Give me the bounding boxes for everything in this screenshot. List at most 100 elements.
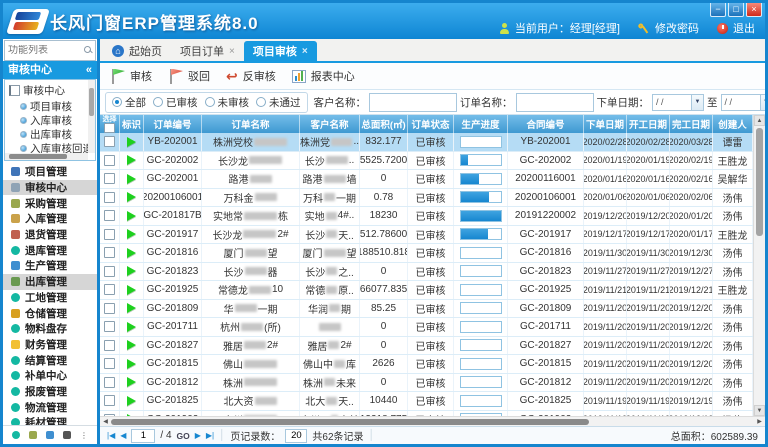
sidebar-item[interactable]: 物料盘存 xyxy=(3,321,97,337)
tab-项目订单[interactable]: 项目订单× xyxy=(171,41,244,61)
sidebar-item[interactable]: 退库管理 xyxy=(3,242,97,258)
table-row[interactable]: GC-201809华一期华润期85.25已审核GC-2018092019/11/… xyxy=(100,300,753,319)
sidebar-item[interactable]: 生产管理 xyxy=(3,258,97,274)
change-password-button[interactable]: 修改密码 xyxy=(655,20,699,36)
table-row[interactable]: 20200106001万科金万科一期0.78已审核202001060012020… xyxy=(100,189,753,208)
chevron-down-icon[interactable]: ▼ xyxy=(691,95,703,110)
column-header[interactable]: 合同编号 xyxy=(508,115,584,133)
row-checkbox[interactable] xyxy=(104,321,115,332)
sidebar-item[interactable]: 出库管理 xyxy=(3,274,97,290)
close-tab-icon[interactable]: × xyxy=(302,46,308,57)
prev-page-button[interactable]: ◀ xyxy=(120,431,126,440)
radio-未审核[interactable]: 未审核 xyxy=(205,95,250,110)
radio-icon[interactable] xyxy=(205,97,215,107)
search-icon[interactable] xyxy=(84,46,93,55)
tree-horizontal-scrollbar[interactable] xyxy=(5,153,88,160)
table-row[interactable]: GC-202001路港路港墙0已审核202001160012020/01/162… xyxy=(100,170,753,189)
radio-未通过[interactable]: 未通过 xyxy=(256,95,301,110)
horizontal-scrollbar[interactable]: ◀ ▶ xyxy=(100,416,765,426)
tab-项目审核[interactable]: 项目审核× xyxy=(244,41,317,61)
column-header[interactable]: 下单日期 xyxy=(584,115,627,133)
table-row[interactable]: GC-201817B实地常栋实地4#..18230已审核201912200022… xyxy=(100,207,753,226)
leaf-icon[interactable] xyxy=(46,431,54,439)
sidebar-item[interactable]: 采购管理 xyxy=(3,195,97,211)
scroll-right-icon[interactable]: ▶ xyxy=(754,418,765,425)
minimize-button[interactable]: − xyxy=(710,3,726,17)
radio-icon[interactable] xyxy=(153,97,163,107)
sidebar-item[interactable]: 退货管理 xyxy=(3,227,97,243)
row-checkbox[interactable] xyxy=(104,247,115,258)
customer-name-input[interactable] xyxy=(369,93,457,112)
table-row[interactable]: GC-201917长沙龙2#长沙天..8512.78600..已审核GC-201… xyxy=(100,226,753,245)
column-header[interactable]: 标识 xyxy=(120,115,144,133)
order-name-input[interactable] xyxy=(516,93,594,112)
last-page-button[interactable]: ▶| xyxy=(206,431,214,440)
sidebar-item[interactable]: 入库管理 xyxy=(3,211,97,227)
column-header[interactable]: 客户名称 xyxy=(300,115,360,133)
scroll-left-icon[interactable]: ◀ xyxy=(100,418,111,425)
sidebar-item[interactable]: 物流管理 xyxy=(3,399,97,415)
sidebar-item[interactable]: 审核中心 xyxy=(3,180,97,196)
tree-root-node[interactable]: 审核中心 xyxy=(5,80,95,99)
tree-item[interactable]: 出库审核 xyxy=(5,127,95,141)
table-row[interactable]: GC-201827雅居2#雅居2#0已审核GC-2018272019/11/20… xyxy=(100,337,753,356)
row-checkbox[interactable] xyxy=(104,192,115,203)
column-header[interactable]: 生产进度 xyxy=(454,115,508,133)
vertical-scroll-thumb[interactable] xyxy=(756,128,763,236)
horizontal-scroll-thumb[interactable] xyxy=(111,419,589,425)
table-row[interactable]: YB-202001株洲党校株洲党..832.177已审核YB-202001202… xyxy=(100,133,753,152)
table-row[interactable]: GC-201815佛山佛山中库2626已审核GC-2018152019/11/2… xyxy=(100,355,753,374)
radio-icon[interactable] xyxy=(112,97,122,107)
column-header[interactable]: 完工日期 xyxy=(670,115,713,133)
scroll-down-icon[interactable]: ▼ xyxy=(754,405,765,416)
row-checkbox[interactable] xyxy=(104,358,115,369)
table-row[interactable]: GC-201925常德龙10常德原..266077.835..已审核GC-201… xyxy=(100,281,753,300)
row-checkbox[interactable] xyxy=(104,210,115,221)
row-checkbox[interactable] xyxy=(104,395,115,406)
sidebar-item[interactable]: 报废管理 xyxy=(3,384,97,400)
order-date-from-input[interactable]: / /▼ xyxy=(652,94,704,111)
column-header[interactable]: 创建人 xyxy=(713,115,753,133)
dot-icon[interactable] xyxy=(12,431,20,439)
审核-button[interactable]: 审核 xyxy=(110,68,152,84)
tree-item[interactable]: 项目审核 xyxy=(5,99,95,113)
order-date-to-input[interactable]: / /▼ xyxy=(721,94,766,111)
sidebar-item[interactable]: 结算管理 xyxy=(3,352,97,368)
radio-icon[interactable] xyxy=(256,97,266,107)
next-page-button[interactable]: ▶ xyxy=(195,431,201,440)
sidebar-item[interactable]: 工地管理 xyxy=(3,290,97,306)
radio-已审核[interactable]: 已审核 xyxy=(153,95,198,110)
table-row[interactable]: GC-201711杭州(所)0已审核GC-2017112019/11/20201… xyxy=(100,318,753,337)
row-checkbox[interactable] xyxy=(104,229,115,240)
cart-icon[interactable] xyxy=(29,431,37,439)
close-tab-icon[interactable]: × xyxy=(229,46,235,57)
table-row[interactable]: GC-201812株洲株洲未来0已审核GC-2018122019/11/2020… xyxy=(100,374,753,393)
more-icon[interactable]: ⋮ xyxy=(80,431,88,440)
row-checkbox[interactable] xyxy=(104,377,115,388)
chevron-down-icon[interactable]: ▼ xyxy=(760,95,766,110)
radio-全部[interactable]: 全部 xyxy=(112,95,146,110)
first-page-button[interactable]: |◀ xyxy=(107,431,115,440)
vertical-scrollbar[interactable]: ▲ ▼ xyxy=(753,115,765,416)
column-header[interactable]: 总面积(㎡) xyxy=(360,115,408,133)
column-header[interactable]: 选择 xyxy=(100,115,120,133)
column-header[interactable]: 订单名称 xyxy=(202,115,300,133)
反审核-button[interactable]: ↩反审核 xyxy=(226,68,276,84)
row-checkbox[interactable] xyxy=(104,340,115,351)
function-search-input[interactable] xyxy=(5,45,84,56)
table-row[interactable]: GC-201823长沙器长沙之..0已审核GC-2018232019/11/27… xyxy=(100,263,753,282)
sidebar-item[interactable]: 财务管理 xyxy=(3,337,97,353)
collapse-icon[interactable]: « xyxy=(86,61,92,79)
sidebar-item[interactable]: 补单中心 xyxy=(3,368,97,384)
row-checkbox[interactable] xyxy=(104,303,115,314)
scroll-up-icon[interactable]: ▲ xyxy=(754,115,765,126)
page-size-input[interactable] xyxy=(285,429,307,443)
sidebar-item[interactable]: 项目管理 xyxy=(3,164,97,180)
column-header[interactable]: 开工日期 xyxy=(627,115,670,133)
select-all-checkbox[interactable] xyxy=(104,123,115,133)
page-number-input[interactable] xyxy=(131,429,155,443)
row-checkbox[interactable] xyxy=(104,284,115,295)
person-icon[interactable] xyxy=(63,431,71,439)
row-checkbox[interactable] xyxy=(104,136,115,147)
row-checkbox[interactable] xyxy=(104,173,115,184)
